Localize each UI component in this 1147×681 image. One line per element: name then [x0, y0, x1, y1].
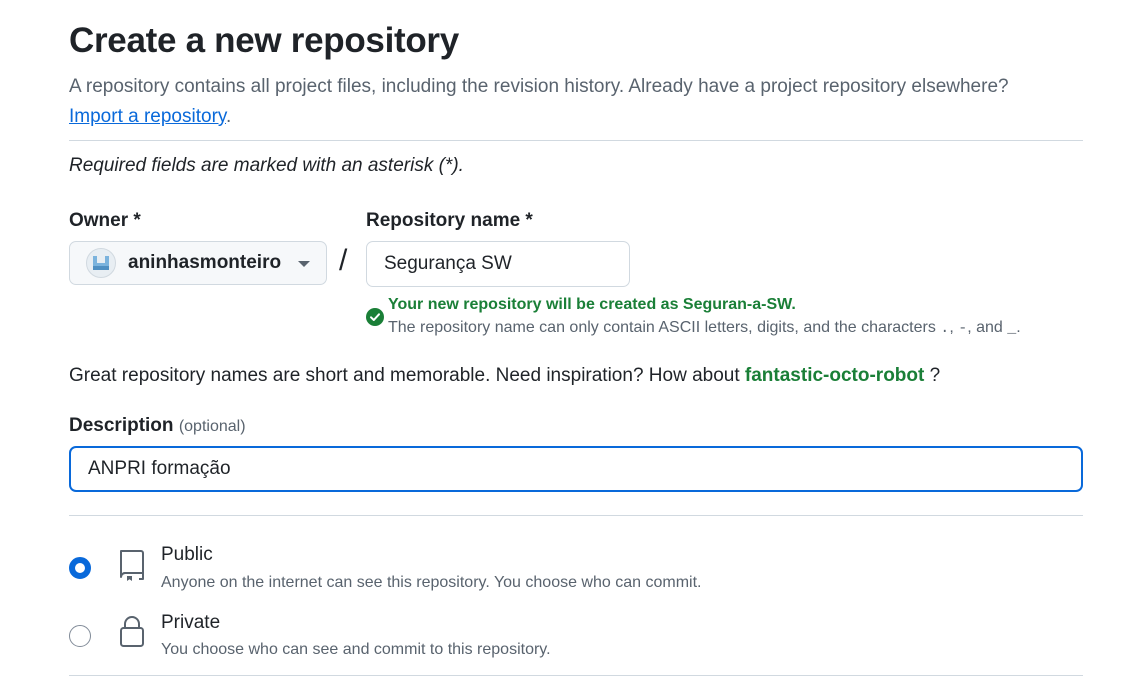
validation-success-text: Your new repository will be created as S… — [388, 296, 796, 313]
visibility-private-title: Private — [161, 612, 221, 633]
required-fields-note: Required fields are marked with an aster… — [69, 155, 464, 176]
repo-name-label: Repository name * — [366, 210, 533, 231]
divider-top — [69, 140, 1083, 141]
lead-suffix: . — [225, 106, 232, 127]
visibility-private-desc: You choose who can see and commit to thi… — [161, 641, 551, 658]
description-input[interactable] — [69, 446, 1083, 492]
owner-repo-separator: / — [339, 244, 348, 277]
lead-text: A repository contains all project files,… — [69, 76, 1009, 97]
inspiration-suffix: ? — [929, 365, 941, 386]
divider-bottom — [69, 675, 1083, 676]
check-circle-icon — [366, 308, 384, 326]
divider-middle — [69, 515, 1083, 516]
owner-label: Owner * — [69, 210, 141, 231]
chevron-down-icon — [298, 261, 310, 267]
visibility-public-radio[interactable] — [69, 557, 91, 579]
validation-comma: , — [949, 319, 954, 336]
validation-and: , and — [967, 319, 1003, 336]
import-repository-link[interactable]: Import a repository — [69, 106, 226, 127]
optional-hint: (optional) — [178, 418, 246, 435]
suggested-name-link[interactable]: fantastic-octo-robot — [745, 365, 924, 386]
validation-note: The repository name can only contain ASC… — [388, 319, 1021, 337]
allowed-char-dot: . — [940, 320, 950, 337]
visibility-public-title: Public — [161, 544, 213, 565]
owner-select-button[interactable]: aninhasmonteiro — [69, 241, 327, 285]
inspiration-text: Great repository names are short and mem… — [69, 365, 740, 386]
user-avatar-icon — [86, 248, 116, 278]
page-lead: A repository contains all project files,… — [69, 72, 1083, 132]
visibility-private-radio[interactable] — [69, 625, 91, 647]
description-label-text: Description — [69, 415, 174, 436]
validation-note-text: The repository name can only contain ASC… — [388, 319, 936, 336]
allowed-char-dash: - — [958, 320, 968, 337]
lock-icon — [120, 616, 144, 647]
owner-name: aninhasmonteiro — [128, 252, 282, 273]
name-inspiration: Great repository names are short and mem… — [69, 365, 940, 387]
repo-book-icon — [120, 550, 144, 581]
page-title: Create a new repository — [69, 21, 459, 60]
validation-end: . — [1016, 319, 1021, 336]
description-label: Description (optional) — [69, 415, 246, 437]
visibility-public-desc: Anyone on the internet can see this repo… — [161, 574, 702, 591]
repository-name-input[interactable] — [366, 241, 630, 287]
allowed-char-underscore: _ — [1007, 320, 1017, 337]
